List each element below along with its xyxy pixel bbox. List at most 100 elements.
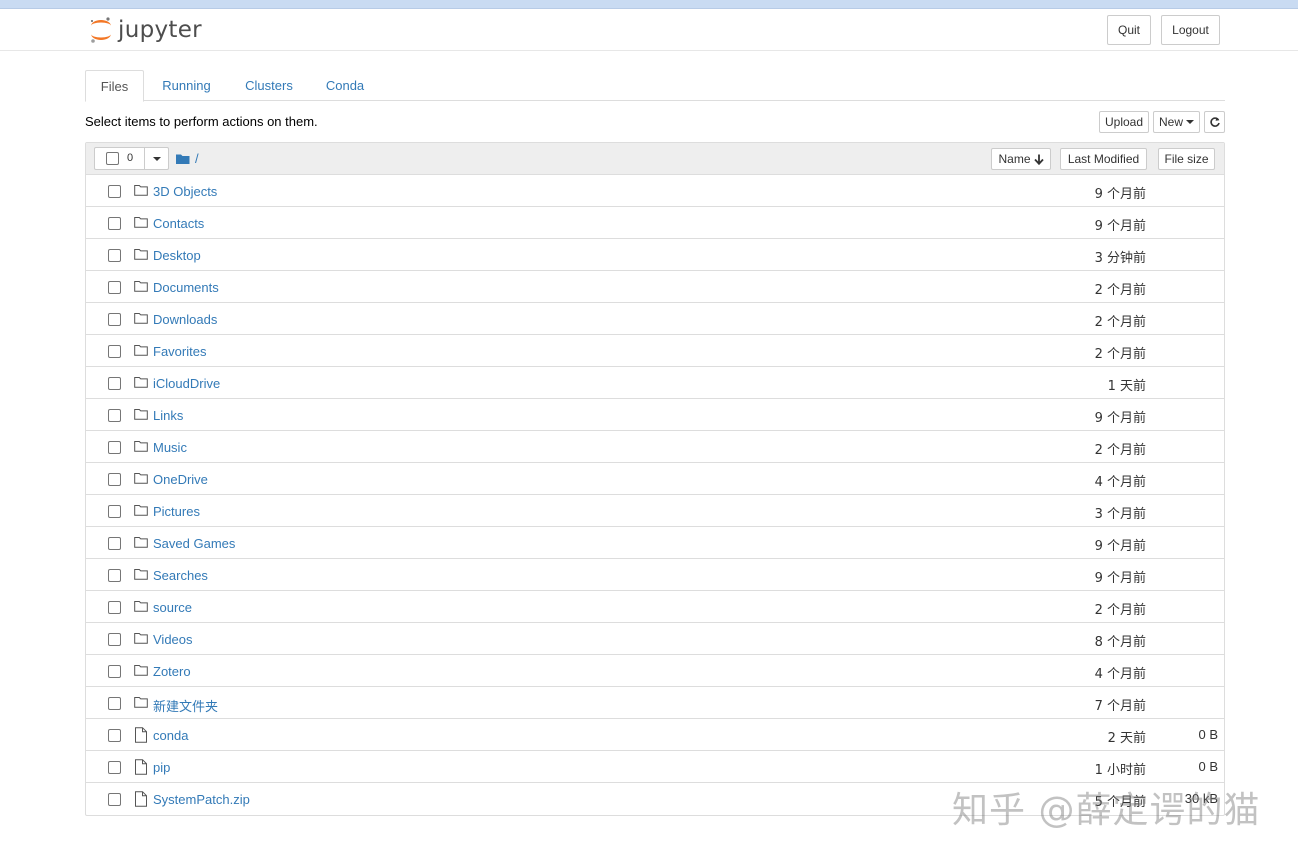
item-checkbox[interactable] <box>108 345 121 358</box>
select-all-checkbox[interactable] <box>106 152 119 165</box>
item-name-link[interactable]: 新建文件夹 <box>153 696 218 715</box>
item-checkbox[interactable] <box>108 505 121 518</box>
item-checkbox[interactable] <box>108 377 121 390</box>
breadcrumb[interactable]: / <box>176 151 199 166</box>
folder-icon <box>134 663 148 677</box>
caret-down-icon <box>1186 120 1194 124</box>
list-item[interactable]: SystemPatch.zip 5 个月前 30 kB <box>86 783 1224 815</box>
item-name-link[interactable]: iCloudDrive <box>153 376 220 391</box>
folder-icon <box>134 631 148 645</box>
folder-icon <box>134 215 148 229</box>
list-item[interactable]: iCloudDrive 1 天前 <box>86 367 1224 399</box>
jupyter-logo-icon <box>91 17 111 43</box>
item-last-modified: 4 个月前 <box>1094 667 1146 682</box>
list-item[interactable]: source 2 个月前 <box>86 591 1224 623</box>
item-checkbox[interactable] <box>108 633 121 646</box>
jupyter-logo[interactable]: jupyter <box>88 15 202 45</box>
item-last-modified: 2 个月前 <box>1094 347 1146 362</box>
item-last-modified: 2 天前 <box>1107 731 1146 746</box>
list-item[interactable]: Pictures 3 个月前 <box>86 495 1224 527</box>
item-checkbox[interactable] <box>108 729 121 742</box>
item-name-link[interactable]: Music <box>153 440 187 455</box>
list-item[interactable]: Contacts 9 个月前 <box>86 207 1224 239</box>
item-last-modified: 9 个月前 <box>1094 571 1146 586</box>
item-checkbox[interactable] <box>108 697 121 710</box>
item-name-link[interactable]: source <box>153 600 192 615</box>
list-item[interactable]: conda 2 天前 0 B <box>86 719 1224 751</box>
item-checkbox[interactable] <box>108 761 121 774</box>
new-dropdown-button[interactable]: New <box>1153 111 1200 133</box>
list-item[interactable]: Downloads 2 个月前 <box>86 303 1224 335</box>
quit-button[interactable]: Quit <box>1107 15 1151 45</box>
logo-text: jupyter <box>118 17 202 43</box>
tab-running[interactable]: Running <box>151 70 222 101</box>
item-checkbox[interactable] <box>108 441 121 454</box>
item-checkbox[interactable] <box>108 793 121 806</box>
list-item[interactable]: Searches 9 个月前 <box>86 559 1224 591</box>
item-checkbox[interactable] <box>108 537 121 550</box>
list-item[interactable]: Desktop 3 分钟前 <box>86 239 1224 271</box>
item-name-link[interactable]: Searches <box>153 568 208 583</box>
list-item[interactable]: 新建文件夹 7 个月前 <box>86 687 1224 719</box>
tab-conda[interactable]: Conda <box>317 70 373 101</box>
sort-file-size-button[interactable]: File size <box>1158 148 1215 170</box>
item-name-link[interactable]: pip <box>153 760 170 775</box>
refresh-icon <box>1209 117 1220 127</box>
list-item[interactable]: Favorites 2 个月前 <box>86 335 1224 367</box>
tab-clusters[interactable]: Clusters <box>235 70 303 101</box>
item-name-link[interactable]: conda <box>153 728 188 743</box>
list-item[interactable]: pip 1 小时前 0 B <box>86 751 1224 783</box>
item-checkbox[interactable] <box>108 569 121 582</box>
caret-down-icon <box>152 156 161 161</box>
item-name-link[interactable]: Downloads <box>153 312 217 327</box>
tab-files[interactable]: Files <box>85 70 144 102</box>
select-all-group[interactable]: 0 <box>94 147 169 170</box>
upload-button[interactable]: Upload <box>1099 111 1149 133</box>
sort-name-button[interactable]: Name <box>991 148 1051 170</box>
select-dropdown-button[interactable] <box>144 148 168 169</box>
item-checkbox[interactable] <box>108 473 121 486</box>
item-name-link[interactable]: Desktop <box>153 248 201 263</box>
folder-icon <box>134 471 148 485</box>
item-name-link[interactable]: Saved Games <box>153 536 235 551</box>
item-name-link[interactable]: Contacts <box>153 216 204 231</box>
folder-icon <box>134 279 148 293</box>
list-item[interactable]: Videos 8 个月前 <box>86 623 1224 655</box>
item-name-link[interactable]: OneDrive <box>153 472 208 487</box>
item-name-link[interactable]: Favorites <box>153 344 206 359</box>
item-name-link[interactable]: Links <box>153 408 183 423</box>
item-checkbox[interactable] <box>108 601 121 614</box>
list-item[interactable]: Zotero 4 个月前 <box>86 655 1224 687</box>
item-checkbox[interactable] <box>108 409 121 422</box>
item-name-link[interactable]: Videos <box>153 632 193 647</box>
file-list: 0 / Name Last Modified File size 3D Obje… <box>85 142 1225 816</box>
item-name-link[interactable]: Documents <box>153 280 219 295</box>
folder-icon <box>176 154 190 164</box>
item-name-link[interactable]: SystemPatch.zip <box>153 792 250 807</box>
item-file-size: 0 B <box>1198 727 1218 742</box>
new-button-label: New <box>1158 115 1183 129</box>
item-checkbox[interactable] <box>108 665 121 678</box>
item-last-modified: 5 个月前 <box>1094 795 1146 810</box>
list-item[interactable]: Saved Games 9 个月前 <box>86 527 1224 559</box>
sort-last-modified-button[interactable]: Last Modified <box>1060 148 1147 170</box>
refresh-button[interactable] <box>1204 111 1225 133</box>
item-file-size: 30 kB <box>1184 791 1218 806</box>
item-checkbox[interactable] <box>108 249 121 262</box>
tab-bar: Files Running Clusters Conda <box>85 70 1225 102</box>
logout-button[interactable]: Logout <box>1161 15 1220 45</box>
item-name-link[interactable]: Pictures <box>153 504 200 519</box>
item-checkbox[interactable] <box>108 313 121 326</box>
folder-icon <box>134 343 148 357</box>
list-item[interactable]: Links 9 个月前 <box>86 399 1224 431</box>
list-item[interactable]: Music 2 个月前 <box>86 431 1224 463</box>
item-checkbox[interactable] <box>108 217 121 230</box>
breadcrumb-root[interactable]: / <box>195 151 199 166</box>
item-name-link[interactable]: 3D Objects <box>153 184 217 199</box>
list-item[interactable]: Documents 2 个月前 <box>86 271 1224 303</box>
list-item[interactable]: OneDrive 4 个月前 <box>86 463 1224 495</box>
item-checkbox[interactable] <box>108 281 121 294</box>
item-name-link[interactable]: Zotero <box>153 664 191 679</box>
item-checkbox[interactable] <box>108 185 121 198</box>
list-item[interactable]: 3D Objects 9 个月前 <box>86 175 1224 207</box>
